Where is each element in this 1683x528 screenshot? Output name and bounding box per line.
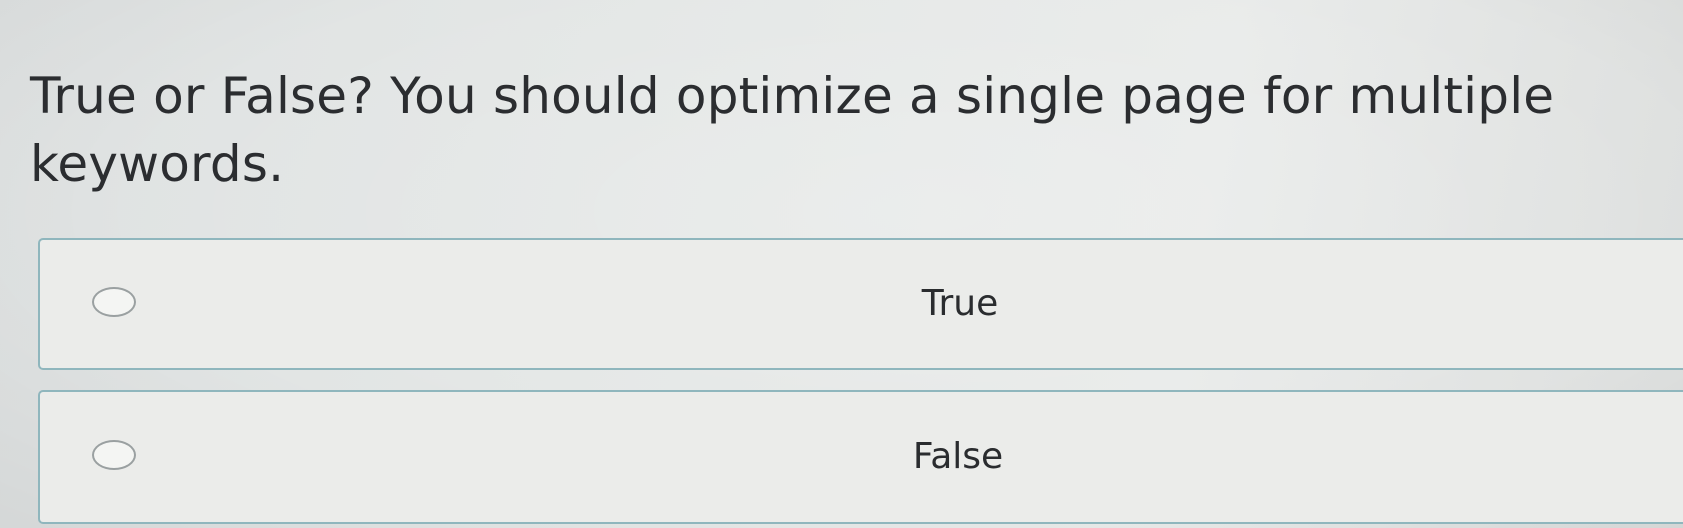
question-text: True or False? You should optimize a sin…	[30, 67, 1555, 193]
answer-option-true[interactable]: True	[38, 238, 1683, 370]
answer-option-false[interactable]: False	[38, 390, 1683, 524]
answer-option-label: False	[912, 436, 1004, 477]
answer-option-label: True	[921, 283, 999, 324]
